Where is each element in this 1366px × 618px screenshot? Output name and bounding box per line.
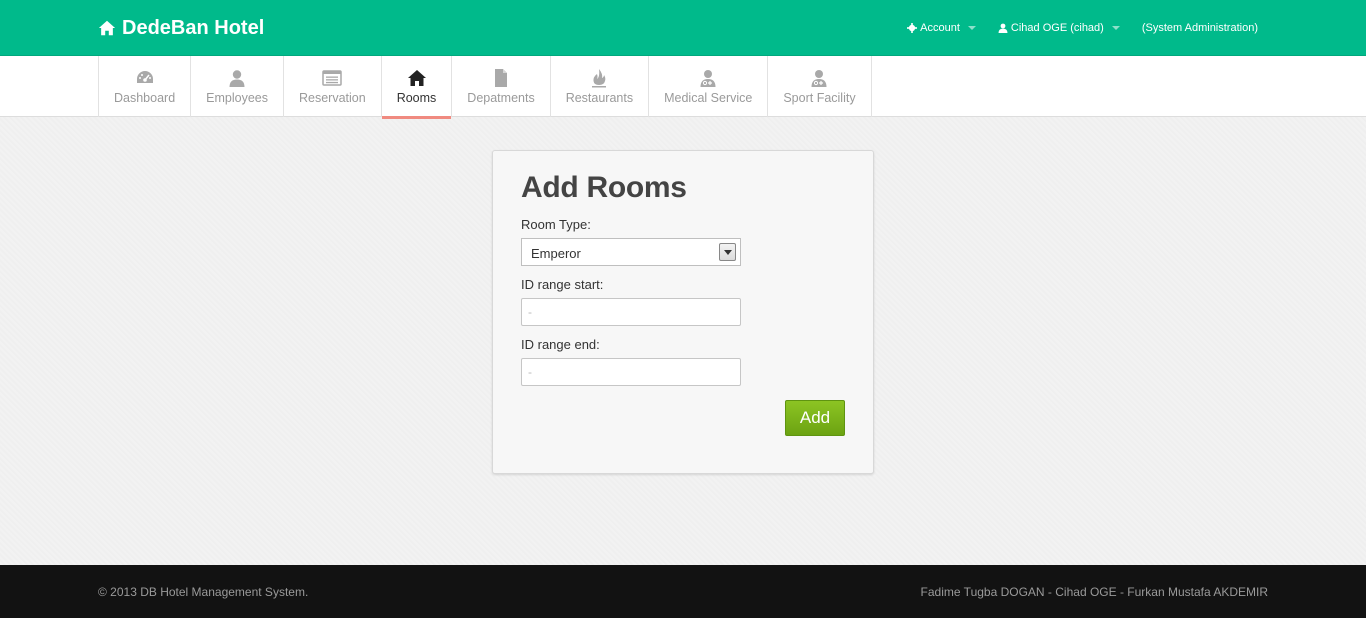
tab-label: Dashboard: [114, 91, 176, 105]
room-type-select[interactable]: Emperor: [521, 238, 741, 266]
list-icon: [322, 70, 343, 86]
brand-link[interactable]: DedeBan Hotel: [98, 14, 264, 42]
page-title: Add Rooms: [521, 171, 687, 204]
home-icon: [98, 20, 116, 36]
tab-label: Medical Service: [664, 91, 753, 105]
top-navbar: DedeBan Hotel Account Cihad OGE (cihad) …: [0, 0, 1366, 56]
fire-icon: [592, 69, 607, 88]
tab-sport-facility[interactable]: Sport Facility: [767, 56, 872, 117]
footer-authors: Fadime Tugba DOGAN - Cihad OGE - Furkan …: [920, 585, 1268, 599]
user-menu[interactable]: Cihad OGE (cihad): [998, 22, 1120, 34]
user-icon: [229, 70, 245, 87]
account-label: Account: [920, 22, 960, 34]
room-type-label: Room Type:: [521, 217, 591, 232]
role-link[interactable]: (System Administration): [1142, 22, 1258, 34]
tab-label: Rooms: [396, 91, 437, 105]
user-md-icon: [700, 70, 716, 87]
user-md-icon: [811, 70, 827, 87]
id-start-label: ID range start:: [521, 277, 604, 292]
chevron-down-icon: [1111, 26, 1120, 30]
add-rooms-card: Add Rooms Room Type: Emperor ID range st…: [492, 150, 874, 474]
tab-reservation[interactable]: Reservation: [283, 56, 381, 117]
top-user-nav: Account Cihad OGE (cihad) (System Admini…: [907, 19, 1258, 37]
tab-rooms[interactable]: Rooms: [380, 56, 452, 119]
tab-restaurants[interactable]: Restaurants: [549, 56, 648, 117]
tab-employees[interactable]: Employees: [190, 56, 283, 117]
id-end-label: ID range end:: [521, 337, 600, 352]
tab-label: Sport Facility: [783, 91, 856, 105]
tab-medical-service[interactable]: Medical Service: [648, 56, 767, 117]
user-icon: [998, 23, 1008, 33]
account-menu[interactable]: Account: [907, 22, 976, 34]
tab-label: Depatments: [467, 91, 535, 105]
tab-label: Restaurants: [565, 91, 634, 105]
id-range-start-input[interactable]: [521, 298, 741, 326]
file-icon: [495, 69, 507, 87]
chevron-down-icon[interactable]: [719, 243, 736, 261]
home-icon: [407, 70, 426, 86]
brand-title: DedeBan Hotel: [122, 16, 265, 39]
footer-copyright: © 2013 DB Hotel Management System.: [98, 585, 309, 599]
add-button[interactable]: Add: [785, 400, 845, 436]
id-range-end-input[interactable]: [521, 358, 741, 386]
user-label: Cihad OGE (cihad): [1010, 22, 1104, 34]
tab-label: Employees: [206, 91, 268, 105]
tab-departments[interactable]: Depatments: [451, 56, 549, 117]
footer: © 2013 DB Hotel Management System. Fadim…: [0, 565, 1366, 618]
gear-icon: [907, 23, 918, 33]
chevron-down-icon: [967, 26, 976, 30]
main-tabs: Dashboard Employees Reservation Rooms De…: [0, 56, 1366, 119]
tab-label: Reservation: [299, 91, 366, 105]
dashboard-icon: [136, 71, 153, 83]
room-type-value: Emperor: [531, 246, 581, 261]
tab-dashboard[interactable]: Dashboard: [98, 56, 190, 117]
role-label: (System Administration): [1141, 22, 1258, 34]
